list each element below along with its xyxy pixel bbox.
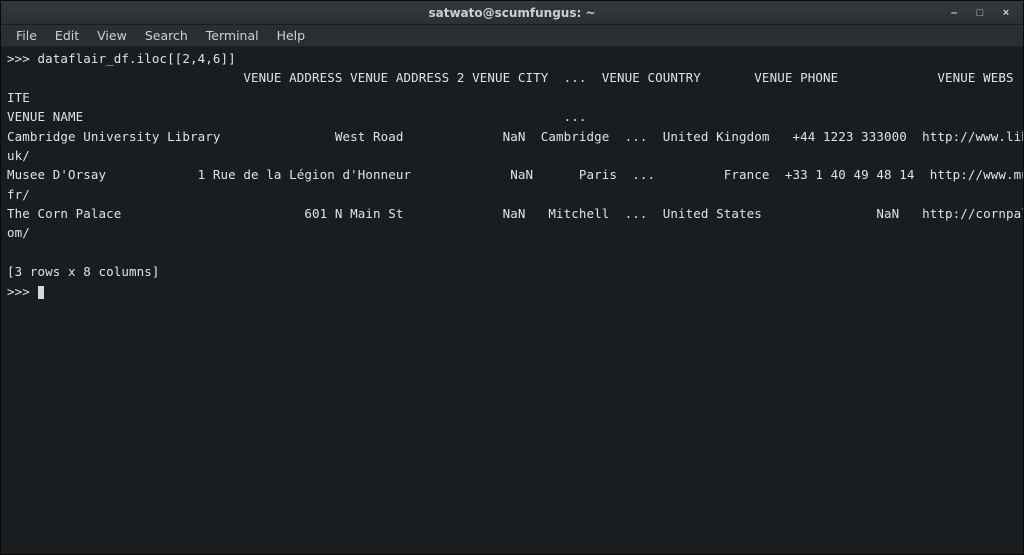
window-titlebar: satwato@scumfungus: ~ – □ × xyxy=(1,1,1023,25)
table-header: VENUE ADDRESS VENUE ADDRESS 2 VENUE CITY… xyxy=(7,70,1014,85)
menu-help[interactable]: Help xyxy=(268,26,315,45)
menu-edit[interactable]: Edit xyxy=(46,26,88,45)
maximize-button[interactable]: □ xyxy=(973,6,987,20)
shape-summary: [3 rows x 8 columns] xyxy=(7,264,160,279)
table-header-wrap: ITE xyxy=(7,90,30,105)
cursor-icon xyxy=(38,286,44,299)
window-controls: – □ × xyxy=(947,1,1019,25)
menu-file[interactable]: File xyxy=(7,26,46,45)
menu-terminal[interactable]: Terminal xyxy=(197,26,268,45)
table-row: The Corn Palace 601 N Main St NaN Mitche… xyxy=(7,206,1023,221)
table-row: Cambridge University Library West Road N… xyxy=(7,129,1023,144)
menu-view[interactable]: View xyxy=(88,26,136,45)
table-index-header: VENUE NAME ... xyxy=(7,109,587,124)
prompt-command: >>> dataflair_df.iloc[[2,4,6]] xyxy=(7,51,236,66)
minimize-button[interactable]: – xyxy=(947,6,961,20)
python-prompt: >>> xyxy=(7,284,38,299)
table-row-wrap: fr/ xyxy=(7,187,30,202)
terminal-output[interactable]: >>> dataflair_df.iloc[[2,4,6]] VENUE ADD… xyxy=(1,47,1023,554)
menu-bar: File Edit View Search Terminal Help xyxy=(1,25,1023,47)
table-row-wrap: uk/ xyxy=(7,148,30,163)
menu-search[interactable]: Search xyxy=(136,26,197,45)
table-row: Musee D'Orsay 1 Rue de la Légion d'Honne… xyxy=(7,167,1023,182)
close-button[interactable]: × xyxy=(999,6,1013,20)
table-row-wrap: om/ xyxy=(7,225,30,240)
window-title: satwato@scumfungus: ~ xyxy=(428,6,595,20)
